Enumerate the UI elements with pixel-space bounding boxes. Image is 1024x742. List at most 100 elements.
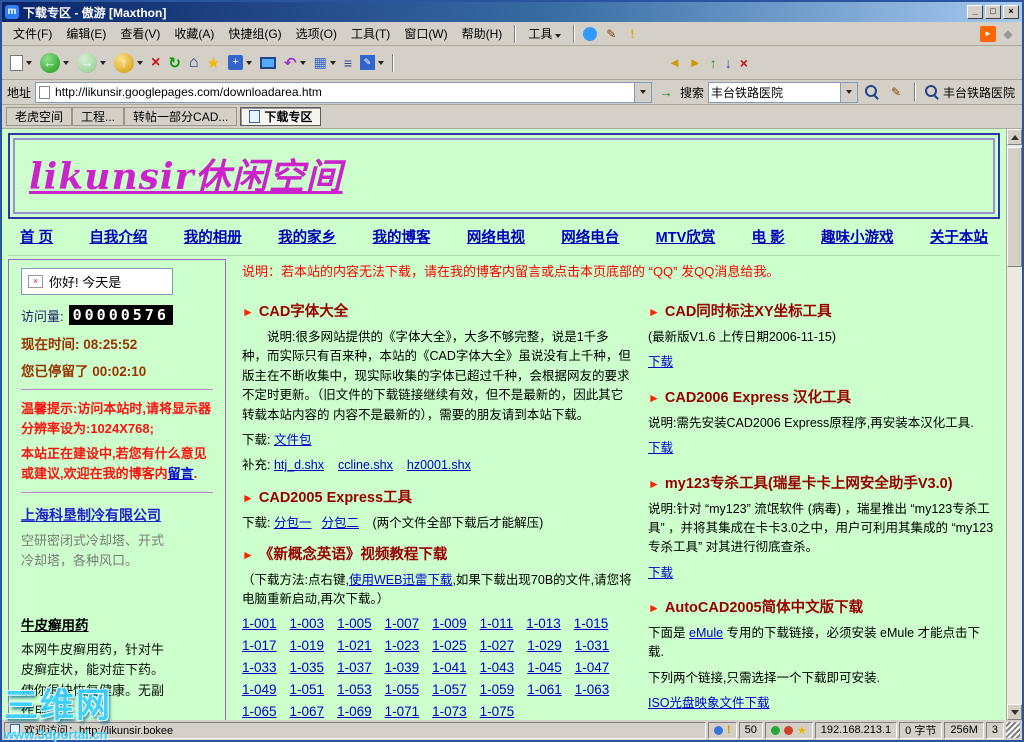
up-button[interactable]: ↑: [110, 49, 147, 77]
scroll-thumb[interactable]: [1007, 147, 1022, 267]
nav-link[interactable]: MTV欣赏: [656, 226, 716, 247]
scroll-top-button[interactable]: ↑: [706, 49, 721, 77]
lesson-link[interactable]: 1-029: [527, 638, 562, 653]
plugin-icon[interactable]: [581, 25, 599, 43]
lesson-link[interactable]: 1-047: [575, 660, 610, 675]
tab[interactable]: 工程...: [72, 107, 125, 126]
resize-grip[interactable]: [1006, 722, 1020, 738]
message-link[interactable]: 留言: [168, 466, 194, 481]
lesson-link[interactable]: 1-007: [385, 616, 420, 631]
lesson-link[interactable]: 1-045: [527, 660, 562, 675]
maximize-button[interactable]: □: [985, 5, 1001, 19]
download-link[interactable]: 下载: [648, 441, 673, 455]
nav-link[interactable]: 我的家乡: [278, 226, 336, 247]
menu-item[interactable]: 工具(T): [344, 22, 397, 45]
previous-result-button[interactable]: ◄: [664, 49, 685, 77]
lesson-link[interactable]: 1-021: [337, 638, 372, 653]
screen-capture-button[interactable]: [256, 49, 280, 77]
lesson-link[interactable]: 1-025: [432, 638, 467, 653]
menu-item[interactable]: 快捷组(G): [221, 22, 288, 45]
lesson-link[interactable]: 1-063: [575, 682, 610, 697]
nav-link[interactable]: 我的相册: [184, 226, 242, 247]
proxy-status-icon[interactable]: [783, 725, 793, 735]
lesson-link[interactable]: 1-055: [385, 682, 420, 697]
tools-dropdown[interactable]: 工具: [521, 22, 568, 45]
online-status-icon[interactable]: [770, 725, 780, 735]
new-page-button[interactable]: [6, 49, 36, 77]
tab[interactable]: 转帖一部分CAD...: [124, 107, 238, 126]
shield-icon[interactable]: [714, 725, 723, 735]
undo-button[interactable]: ↶: [280, 49, 310, 77]
forward-button[interactable]: →: [73, 49, 110, 77]
back-button[interactable]: ←: [36, 49, 73, 77]
font-file-link[interactable]: htj_d.shx: [274, 458, 324, 472]
pen-icon[interactable]: ✎: [602, 25, 620, 43]
nav-link[interactable]: 自我介绍: [89, 226, 147, 247]
download-button[interactable]: ↓: [721, 49, 736, 77]
form-fill-button[interactable]: ▦: [310, 49, 340, 77]
nav-link[interactable]: 电 影: [752, 226, 785, 247]
scroll-down-button[interactable]: [1007, 704, 1022, 720]
lesson-link[interactable]: 1-027: [480, 638, 515, 653]
menu-item[interactable]: 文件(F): [6, 22, 59, 45]
lesson-link[interactable]: 1-035: [290, 660, 325, 675]
menu-item[interactable]: 编辑(E): [59, 22, 113, 45]
nav-link[interactable]: 网络电台: [561, 226, 619, 247]
nav-link[interactable]: 关于本站: [930, 226, 988, 247]
refresh-button[interactable]: ↻: [164, 49, 185, 77]
go-button[interactable]: →: [657, 83, 675, 101]
lesson-link[interactable]: 1-023: [385, 638, 420, 653]
lesson-link[interactable]: 1-011: [480, 616, 514, 631]
lesson-link[interactable]: 1-041: [432, 660, 467, 675]
download-link[interactable]: 下载: [648, 355, 673, 369]
scroll-track[interactable]: [1007, 145, 1022, 704]
lesson-link[interactable]: 1-051: [290, 682, 325, 697]
web-thunder-link[interactable]: 使用WEB迅雷下载: [349, 573, 452, 587]
tab-active[interactable]: 下载专区: [240, 107, 322, 126]
lesson-link[interactable]: 1-003: [290, 616, 325, 631]
lesson-link[interactable]: 1-061: [527, 682, 562, 697]
package-link[interactable]: 分包一: [274, 516, 312, 530]
search-input[interactable]: [708, 85, 840, 99]
lesson-link[interactable]: 1-073: [432, 704, 467, 719]
search-go-button[interactable]: [863, 83, 881, 101]
nav-link[interactable]: 网络电视: [467, 226, 525, 247]
lesson-link[interactable]: 1-049: [242, 682, 277, 697]
file-pack-link[interactable]: 文件包: [274, 433, 312, 447]
lesson-link[interactable]: 1-015: [574, 616, 609, 631]
nav-link[interactable]: 我的博客: [373, 226, 431, 247]
download-link[interactable]: 下载: [648, 566, 673, 580]
address-input[interactable]: [53, 85, 634, 99]
package-link[interactable]: 分包二: [321, 516, 359, 530]
lesson-link[interactable]: 1-001: [242, 616, 277, 631]
stop-button[interactable]: ×: [147, 49, 164, 77]
lesson-link[interactable]: 1-039: [385, 660, 420, 675]
lesson-link[interactable]: 1-053: [337, 682, 372, 697]
menu-item[interactable]: 选项(O): [289, 22, 344, 45]
speed-panel[interactable]: 50: [738, 721, 763, 739]
next-result-button[interactable]: ►: [685, 49, 706, 77]
iso-download-link[interactable]: ISO光盘映象文件下载: [648, 696, 770, 710]
menu-item[interactable]: 收藏(A): [167, 22, 221, 45]
lesson-link[interactable]: 1-059: [480, 682, 515, 697]
lightning-icon[interactable]: !: [727, 724, 731, 736]
lesson-link[interactable]: 1-017: [242, 638, 277, 653]
lesson-link[interactable]: 1-071: [385, 704, 420, 719]
lesson-link[interactable]: 1-019: [290, 638, 325, 653]
font-file-link[interactable]: ccline.shx: [338, 458, 393, 472]
company-link[interactable]: 上海科垦制冷有限公司: [21, 505, 163, 525]
emule-link[interactable]: eMule: [689, 626, 723, 640]
site-search-bar[interactable]: 丰台铁路医院: [924, 84, 1017, 101]
list-button[interactable]: ≡: [340, 49, 356, 77]
minimize-button[interactable]: _: [967, 5, 983, 19]
lesson-link[interactable]: 1-009: [432, 616, 467, 631]
notes-button[interactable]: ✎: [356, 49, 388, 77]
close-button[interactable]: ×: [1003, 5, 1019, 19]
med-link[interactable]: 牛皮癣用药: [21, 614, 89, 634]
menu-item[interactable]: 窗口(W): [397, 22, 454, 45]
lesson-link[interactable]: 1-037: [337, 660, 372, 675]
nav-link[interactable]: 首 页: [20, 226, 53, 247]
lesson-link[interactable]: 1-075: [480, 704, 515, 719]
font-file-link[interactable]: hz0001.shx: [407, 458, 471, 472]
home-button[interactable]: ⌂: [185, 49, 203, 77]
